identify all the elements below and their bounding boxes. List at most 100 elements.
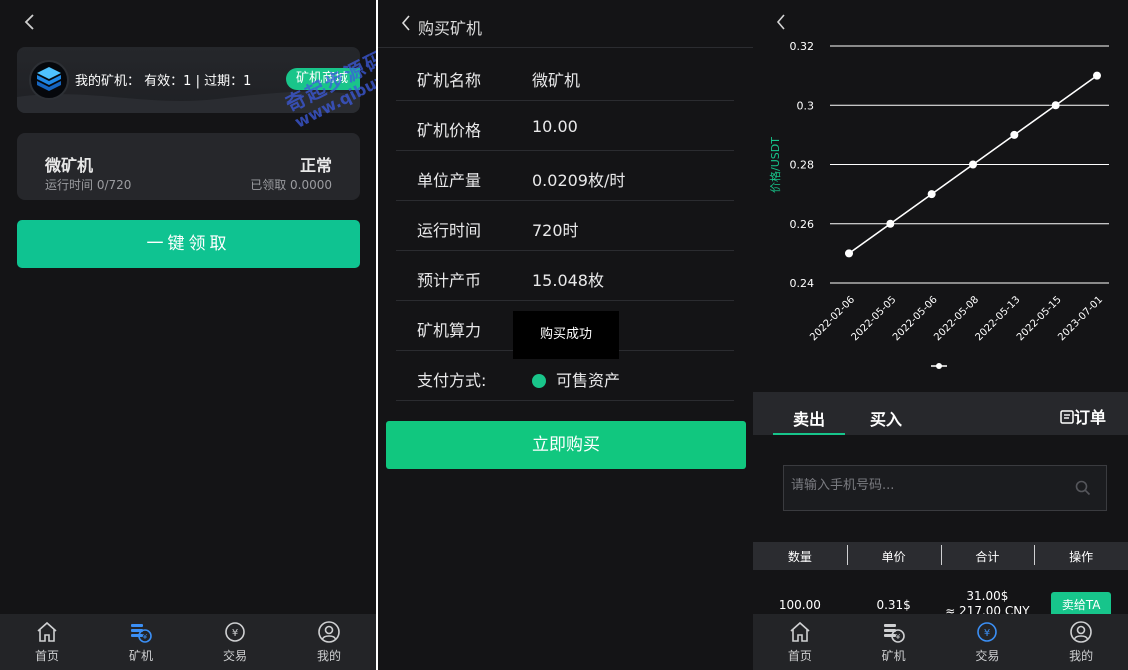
row-value: 0.0209枚/时 (532, 171, 626, 190)
tab-miner-label: 矿机 (128, 649, 153, 663)
orders-link[interactable]: 订单 (1060, 404, 1106, 428)
cell-price: 0.31$ (876, 598, 911, 612)
user-icon (1070, 621, 1092, 643)
bottom-tabbar: 首页 ¥ 矿机 ¥ 交易 我的 (753, 614, 1128, 670)
column-header: 操作 (1034, 544, 1128, 565)
home-icon (37, 621, 57, 642)
orders-table-header: 数量 单价 合计 操作 (753, 542, 1128, 570)
row-label: 矿机算力 (417, 321, 482, 340)
phone-search-box (783, 465, 1107, 511)
bottom-tabbar: 首页 ¥ 矿机 ¥ 交易 我的 (0, 614, 376, 670)
orders-label: 订单 (1073, 408, 1106, 427)
yuan-exchange-icon: ¥ (225, 622, 245, 642)
svg-text:¥: ¥ (984, 628, 990, 639)
tab-mine[interactable]: 我的 (282, 614, 376, 670)
y-tick-label: 0.28 (790, 159, 815, 172)
search-icon[interactable] (1074, 479, 1092, 497)
svg-text:¥: ¥ (895, 633, 900, 641)
miner-runtime: 运行时间 0/720 (45, 178, 132, 192)
legend-marker (936, 363, 942, 369)
y-tick-label: 0.26 (790, 218, 815, 231)
data-point (1010, 130, 1019, 139)
payment-option-label: 可售资产 (556, 371, 621, 390)
row-label: 运行时间 (417, 221, 482, 240)
row-unit-output: 单位产量 0.0209枚/时 (396, 151, 734, 201)
miner-name: 微矿机 (45, 156, 94, 175)
column-header: 单价 (846, 544, 941, 565)
tab-home[interactable]: 首页 (0, 614, 94, 670)
data-point (927, 190, 936, 199)
row-value: 微矿机 (532, 71, 581, 90)
row-label: 预计产币 (417, 271, 482, 290)
toast-message: 购买成功 (513, 311, 619, 359)
miner-claimed: 已领取 0.0000 (250, 178, 332, 192)
row-value: 10.00 (532, 117, 578, 136)
tab-mine-label: 我的 (1069, 649, 1094, 663)
svg-text:¥: ¥ (143, 633, 148, 641)
buy-miner-screen: 购买矿机 矿机名称 微矿机 矿机价格 10.00 单位产量 0.0209枚/时 … (378, 0, 753, 670)
back-icon[interactable] (22, 12, 36, 38)
row-label: 单位产量 (417, 171, 482, 190)
data-point (969, 160, 977, 169)
claim-all-button[interactable]: 一键领取 (17, 220, 360, 268)
tab-mine[interactable]: 我的 (1034, 614, 1128, 670)
page-header: 购买矿机 (378, 0, 753, 48)
phone-search-input[interactable] (791, 478, 1061, 493)
tab-trade[interactable]: ¥ 交易 (941, 614, 1035, 670)
tab-buy[interactable]: 买入 (870, 406, 902, 430)
miner-summary-text: 我的矿机： 有效：1 | 过期：1 (75, 70, 251, 89)
back-icon[interactable] (775, 12, 787, 36)
data-point (1051, 101, 1060, 110)
row-label: 支付方式: (417, 371, 487, 390)
column-header: 数量 (787, 549, 812, 564)
my-miners-screen: 我的矿机： 有效：1 | 过期：1 矿机商城 微矿机 运行时间 0/720 正常… (0, 0, 376, 670)
y-tick-label: 0.24 (790, 277, 815, 290)
cell-quantity: 100.00 (778, 598, 821, 612)
tab-trade-label: 交易 (222, 649, 247, 663)
order-list-icon (1060, 410, 1074, 424)
tab-home[interactable]: 首页 (753, 614, 847, 670)
buy-now-button[interactable]: 立即购买 (386, 421, 746, 469)
expired-label: 过期： (204, 74, 244, 89)
miner-avatar-icon (29, 60, 69, 100)
data-point (1093, 71, 1101, 80)
trade-screen: 0.24 0.26 0.28 0.3 0.32 价格/USDT 2022-02-06 2022… (753, 0, 1128, 670)
row-value: 720时 (532, 221, 579, 240)
trade-tabs: 卖出 买入 订单 (753, 392, 1128, 435)
tab-sell[interactable]: 卖出 (793, 406, 825, 430)
valid-count: 1 (183, 74, 192, 89)
y-tick-label: 0.3 (797, 99, 815, 112)
row-run-time: 运行时间 720时 (396, 201, 734, 251)
tab-home-label: 首页 (787, 649, 812, 663)
miner-coins-icon: ¥ (883, 624, 905, 643)
row-label: 矿机价格 (417, 121, 482, 140)
data-point (845, 249, 853, 258)
miner-status: 正常 (299, 156, 332, 175)
payment-option-radio[interactable]: 可售资产 (532, 367, 620, 391)
tab-home-label: 首页 (34, 649, 59, 663)
active-tab-indicator (773, 433, 845, 435)
price-chart: 0.240.260.280.30.32价格/USDT2022-02-062022… (768, 40, 1109, 369)
back-icon[interactable] (400, 14, 412, 37)
expired-count: 1 (243, 74, 252, 89)
data-point (886, 219, 895, 228)
miner-coins-icon: ¥ (131, 624, 152, 643)
total-usd: 31.00$ (966, 589, 1009, 603)
radio-selected-icon (532, 374, 546, 388)
tab-mine-label: 我的 (316, 649, 341, 663)
y-tick-label: 0.32 (790, 40, 815, 53)
tab-miner[interactable]: ¥ 矿机 (847, 614, 941, 670)
my-miners-label: 我的矿机： (75, 74, 141, 89)
x-tick-label: 2023-07-01 (1056, 294, 1105, 343)
tab-trade-label: 交易 (975, 649, 1000, 663)
valid-label: 有效： (144, 74, 184, 89)
tab-miner[interactable]: ¥ 矿机 (94, 614, 188, 670)
home-icon (790, 621, 810, 642)
y-axis-label: 价格/USDT (768, 137, 782, 193)
tab-trade[interactable]: ¥ 交易 (188, 614, 282, 670)
miner-item-card[interactable]: 微矿机 运行时间 0/720 正常 已领取 0.0000 (17, 133, 360, 200)
separator: | (195, 74, 200, 89)
tab-miner-label: 矿机 (881, 649, 906, 663)
svg-text:¥: ¥ (232, 628, 238, 639)
user-icon (318, 621, 340, 643)
